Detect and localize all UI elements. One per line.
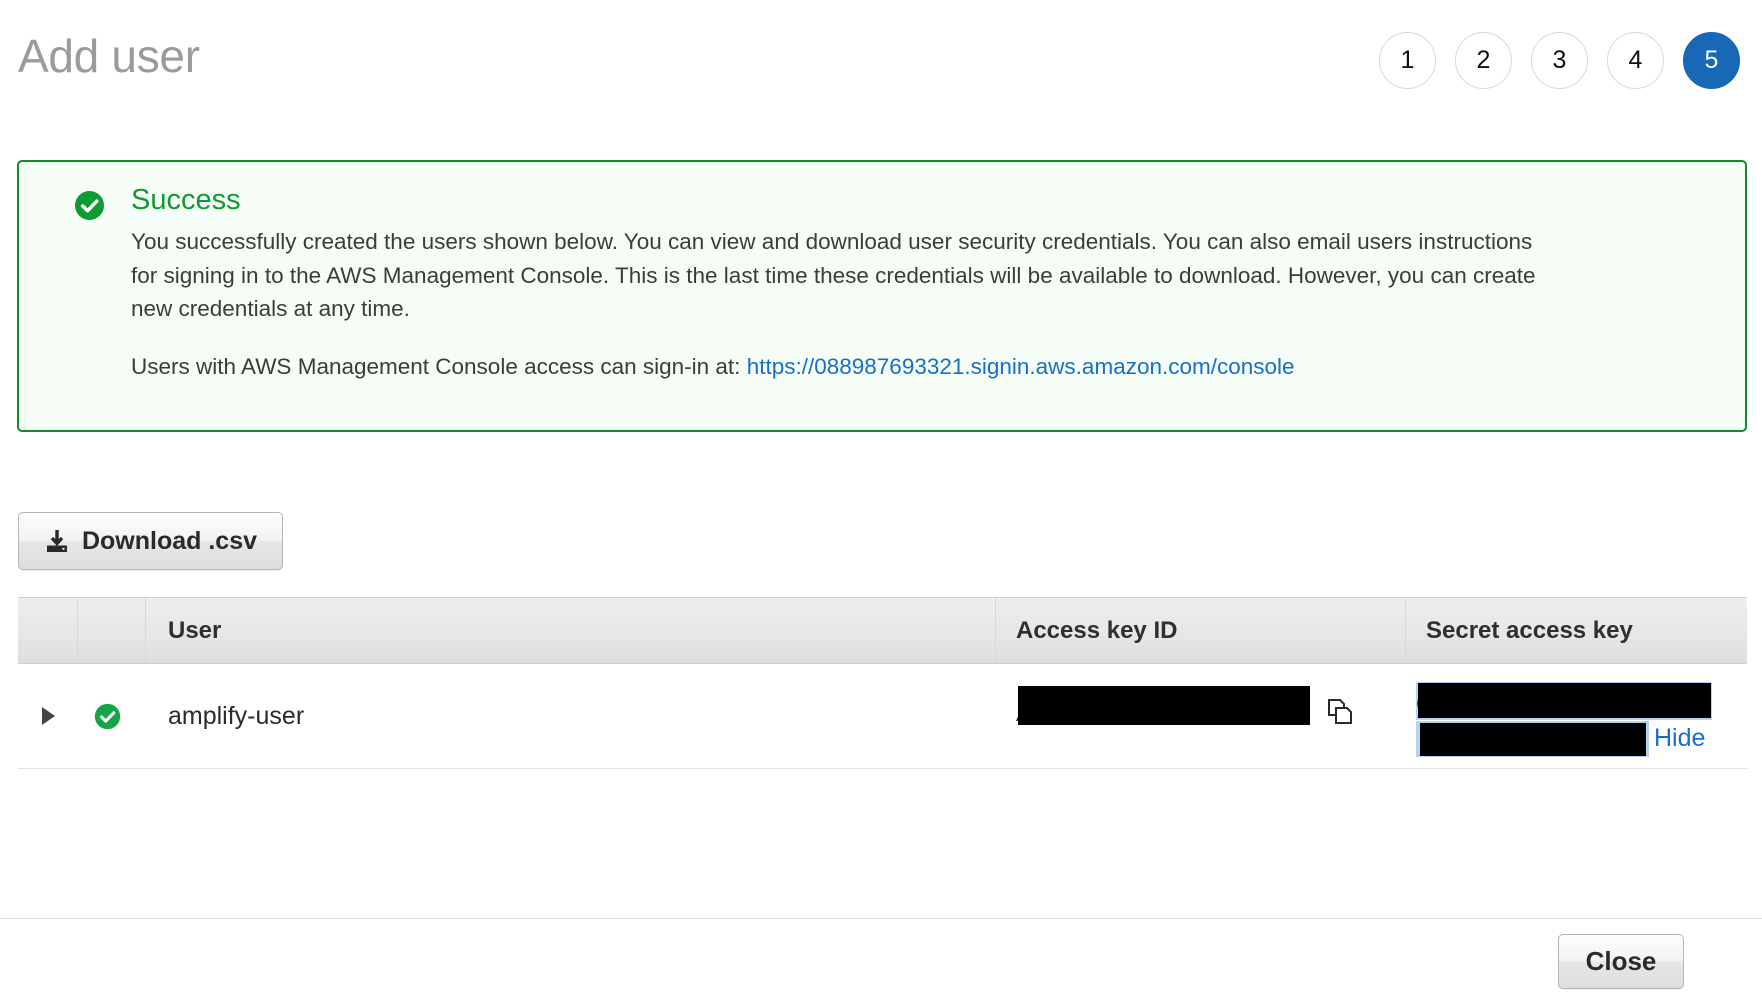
signin-prefix-text: Users with AWS Management Console access… xyxy=(131,353,747,379)
add-user-wizard: Add user 1 2 3 4 5 Success You successfu… xyxy=(0,0,1762,994)
step-5-label: 5 xyxy=(1704,46,1719,74)
header-state xyxy=(78,598,146,663)
secret-access-key-redaction-bar-1 xyxy=(1418,683,1711,718)
header-user: User xyxy=(146,598,996,663)
footer-divider xyxy=(0,918,1762,919)
triangle-right-icon[interactable] xyxy=(42,707,55,725)
table-header-row: User Access key ID Secret access key xyxy=(18,597,1747,664)
step-1-label: 1 xyxy=(1400,46,1415,74)
copy-icon[interactable] xyxy=(1326,698,1355,727)
row-user-cell: amplify-user xyxy=(146,664,996,768)
step-3-label: 3 xyxy=(1552,46,1567,74)
header-expand xyxy=(18,598,78,663)
step-2[interactable]: 2 xyxy=(1455,32,1512,89)
step-5[interactable]: 5 xyxy=(1683,32,1740,89)
access-key-id-redaction-bar xyxy=(1018,686,1310,725)
row-state-cell xyxy=(78,664,146,768)
signin-url-link[interactable]: https://088987693321.signin.aws.amazon.c… xyxy=(747,354,1295,379)
download-csv-button[interactable]: Download .csv xyxy=(18,512,283,570)
success-banner-body: Success You successfully created the use… xyxy=(131,176,1715,383)
close-button[interactable]: Close xyxy=(1558,934,1684,989)
secret-access-key-redaction-bar-2 xyxy=(1420,723,1646,756)
row-access-key-id-cell: A xyxy=(996,664,1406,768)
header-access-key-id: Access key ID xyxy=(996,598,1406,663)
success-check-icon xyxy=(74,190,105,221)
download-csv-label: Download .csv xyxy=(81,526,258,555)
step-2-label: 2 xyxy=(1476,46,1491,74)
step-4-label: 4 xyxy=(1628,46,1643,74)
step-1[interactable]: 1 xyxy=(1379,32,1436,89)
step-4[interactable]: 4 xyxy=(1607,32,1664,89)
success-banner-title: Success xyxy=(131,184,241,216)
header-secret-access-key: Secret access key xyxy=(1426,616,1633,644)
success-banner: Success You successfully created the use… xyxy=(17,160,1747,432)
user-name: amplify-user xyxy=(168,701,305,730)
success-banner-paragraph-1: You successfully created the users shown… xyxy=(131,229,1536,321)
success-check-icon xyxy=(94,703,121,730)
row-secret-access-key-cell: C Hide xyxy=(1406,664,1747,768)
row-expander-cell xyxy=(18,664,78,768)
step-3[interactable]: 3 xyxy=(1531,32,1588,89)
download-icon xyxy=(44,529,70,555)
credentials-table: User Access key ID Secret access key amp… xyxy=(18,597,1747,769)
secret-hide-toggle-link[interactable]: Hide xyxy=(1654,724,1705,753)
wizard-header: Add user 1 2 3 4 5 xyxy=(0,0,1762,128)
page-title: Add user xyxy=(18,30,200,82)
step-indicator: 1 2 3 4 5 xyxy=(1379,32,1740,89)
success-banner-paragraph-2: Users with AWS Management Console access… xyxy=(131,350,1431,384)
table-row: amplify-user A C Hide xyxy=(18,664,1747,769)
